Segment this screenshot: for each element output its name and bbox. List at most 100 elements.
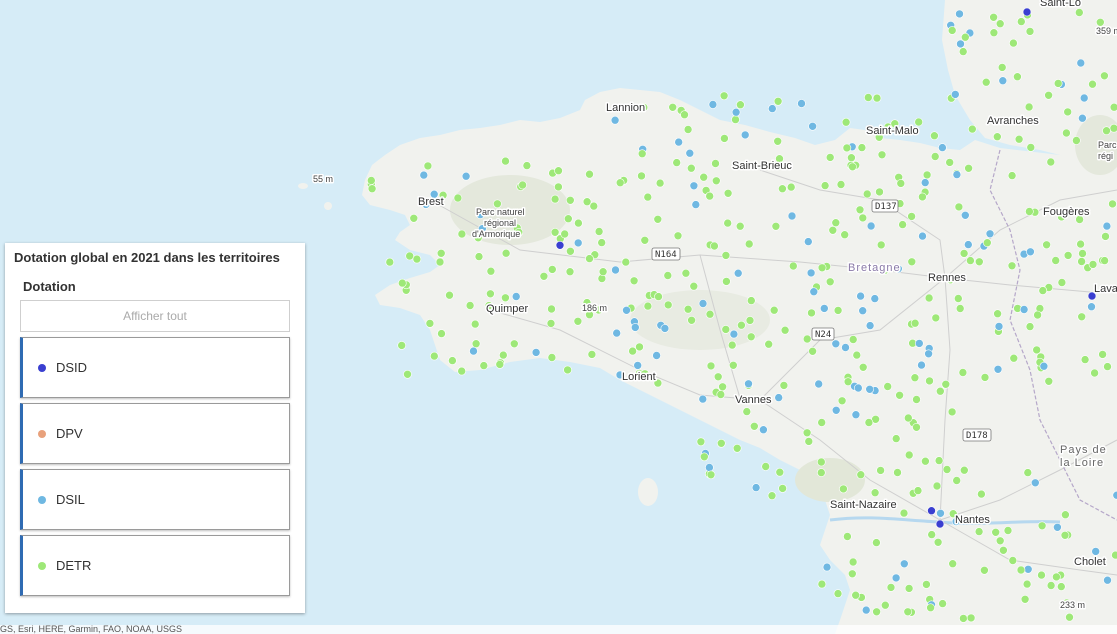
point-dsil[interactable] — [469, 346, 478, 356]
point-detr[interactable] — [465, 301, 475, 310]
point-dsil[interactable] — [744, 379, 753, 389]
point-detr[interactable] — [735, 221, 745, 231]
point-dsil[interactable] — [652, 351, 661, 360]
point-detr[interactable] — [817, 418, 827, 427]
point-dsid[interactable] — [927, 506, 936, 516]
point-detr[interactable] — [1046, 157, 1056, 167]
point-detr[interactable] — [847, 153, 856, 162]
point-dsil[interactable] — [1031, 478, 1040, 488]
point-detr[interactable] — [495, 360, 505, 369]
point-dsil[interactable] — [1023, 564, 1033, 574]
point-detr[interactable] — [922, 170, 932, 180]
point-detr[interactable] — [720, 134, 729, 143]
point-detr[interactable] — [948, 559, 958, 569]
point-detr[interactable] — [573, 316, 583, 326]
point-detr[interactable] — [498, 350, 508, 360]
point-detr[interactable] — [843, 532, 852, 541]
point-dsil[interactable] — [998, 76, 1008, 85]
point-detr[interactable] — [960, 32, 970, 42]
point-detr[interactable] — [775, 467, 785, 477]
point-dsil[interactable] — [633, 361, 643, 370]
point-detr[interactable] — [509, 339, 519, 349]
point-detr[interactable] — [942, 465, 952, 474]
point-detr[interactable] — [1009, 353, 1019, 363]
point-detr[interactable] — [817, 579, 827, 589]
point-detr[interactable] — [1026, 143, 1036, 152]
point-detr[interactable] — [997, 63, 1007, 72]
point-detr[interactable] — [501, 248, 511, 258]
point-detr[interactable] — [1078, 249, 1087, 258]
point-detr[interactable] — [1062, 128, 1071, 138]
point-detr[interactable] — [1100, 256, 1109, 265]
point-detr[interactable] — [1025, 27, 1035, 36]
point-detr[interactable] — [721, 251, 731, 260]
point-dsil[interactable] — [853, 383, 863, 393]
point-detr[interactable] — [995, 19, 1005, 29]
point-dsil[interactable] — [797, 99, 806, 108]
point-dsil[interactable] — [994, 322, 1004, 331]
point-dsil[interactable] — [698, 299, 708, 308]
point-detr[interactable] — [1022, 579, 1032, 589]
point-detr[interactable] — [912, 422, 921, 432]
point-detr[interactable] — [808, 346, 817, 356]
point-detr[interactable] — [952, 476, 962, 485]
point-detr[interactable] — [687, 315, 696, 325]
point-detr[interactable] — [858, 213, 868, 223]
point-detr[interactable] — [721, 325, 731, 334]
point-dsil[interactable] — [685, 148, 695, 158]
point-dsil[interactable] — [858, 306, 868, 316]
point-detr[interactable] — [958, 47, 968, 56]
point-dsil[interactable] — [938, 143, 947, 152]
point-detr[interactable] — [967, 124, 977, 134]
point-detr[interactable] — [880, 600, 890, 610]
point-detr[interactable] — [560, 229, 570, 239]
point-detr[interactable] — [1101, 232, 1110, 241]
point-detr[interactable] — [833, 589, 843, 598]
point-detr[interactable] — [403, 369, 412, 379]
point-detr[interactable] — [816, 457, 826, 467]
point-detr[interactable] — [474, 252, 484, 261]
point-detr[interactable] — [872, 93, 882, 103]
point-detr[interactable] — [1044, 376, 1054, 386]
point-detr[interactable] — [445, 290, 454, 300]
point-detr[interactable] — [903, 607, 913, 617]
point-dsil[interactable] — [936, 508, 945, 518]
point-detr[interactable] — [397, 278, 407, 288]
point-detr[interactable] — [953, 294, 963, 303]
point-detr[interactable] — [930, 152, 940, 161]
point-detr[interactable] — [977, 489, 986, 499]
point-dsil[interactable] — [698, 394, 708, 404]
point-dsil[interactable] — [419, 170, 429, 180]
point-dsil[interactable] — [899, 559, 909, 569]
point-detr[interactable] — [1075, 8, 1084, 17]
point-dsil[interactable] — [841, 343, 850, 352]
point-detr[interactable] — [366, 176, 376, 185]
point-detr[interactable] — [840, 230, 850, 239]
point-detr[interactable] — [780, 325, 790, 335]
point-dsid[interactable] — [555, 241, 565, 250]
point-dsil[interactable] — [851, 410, 861, 420]
point-detr[interactable] — [955, 304, 965, 313]
point-detr[interactable] — [409, 214, 419, 223]
point-detr[interactable] — [947, 26, 957, 35]
point-detr[interactable] — [746, 332, 756, 342]
point-detr[interactable] — [989, 28, 999, 38]
point-detr[interactable] — [585, 169, 594, 179]
point-detr[interactable] — [518, 180, 527, 190]
point-detr[interactable] — [706, 361, 716, 371]
point-detr[interactable] — [848, 557, 858, 567]
point-dsil[interactable] — [1053, 522, 1062, 532]
point-detr[interactable] — [457, 366, 467, 376]
point-detr[interactable] — [980, 373, 990, 382]
point-detr[interactable] — [1076, 239, 1085, 249]
point-detr[interactable] — [820, 181, 830, 190]
point-detr[interactable] — [761, 462, 771, 471]
point-detr[interactable] — [448, 356, 457, 365]
point-dsil[interactable] — [1076, 58, 1086, 68]
point-detr[interactable] — [855, 205, 865, 215]
point-detr[interactable] — [711, 176, 721, 186]
point-detr[interactable] — [1057, 582, 1066, 591]
point-detr[interactable] — [637, 171, 646, 181]
point-detr[interactable] — [699, 452, 709, 462]
point-dsil[interactable] — [918, 231, 927, 241]
